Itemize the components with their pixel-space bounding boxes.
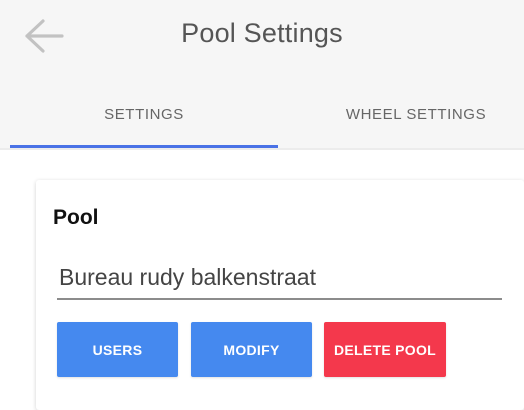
delete-pool-button[interactable]: DELETE POOL (324, 322, 446, 377)
tab-divider (0, 148, 524, 150)
tab-settings[interactable]: SETTINGS (10, 78, 278, 150)
users-button[interactable]: USERS (57, 322, 178, 377)
pool-name-input[interactable] (57, 256, 502, 300)
modify-button[interactable]: MODIFY (191, 322, 312, 377)
pool-card: Pool USERS MODIFY DELETE POOL (36, 180, 524, 410)
tab-wheel-settings[interactable]: WHEEL SETTINGS (278, 78, 524, 150)
top-app-bar: Pool Settings (0, 0, 524, 78)
card-title: Pool (53, 206, 99, 229)
page-title: Pool Settings (181, 18, 343, 48)
tab-bar: SETTINGS WHEEL SETTINGS (0, 78, 524, 150)
